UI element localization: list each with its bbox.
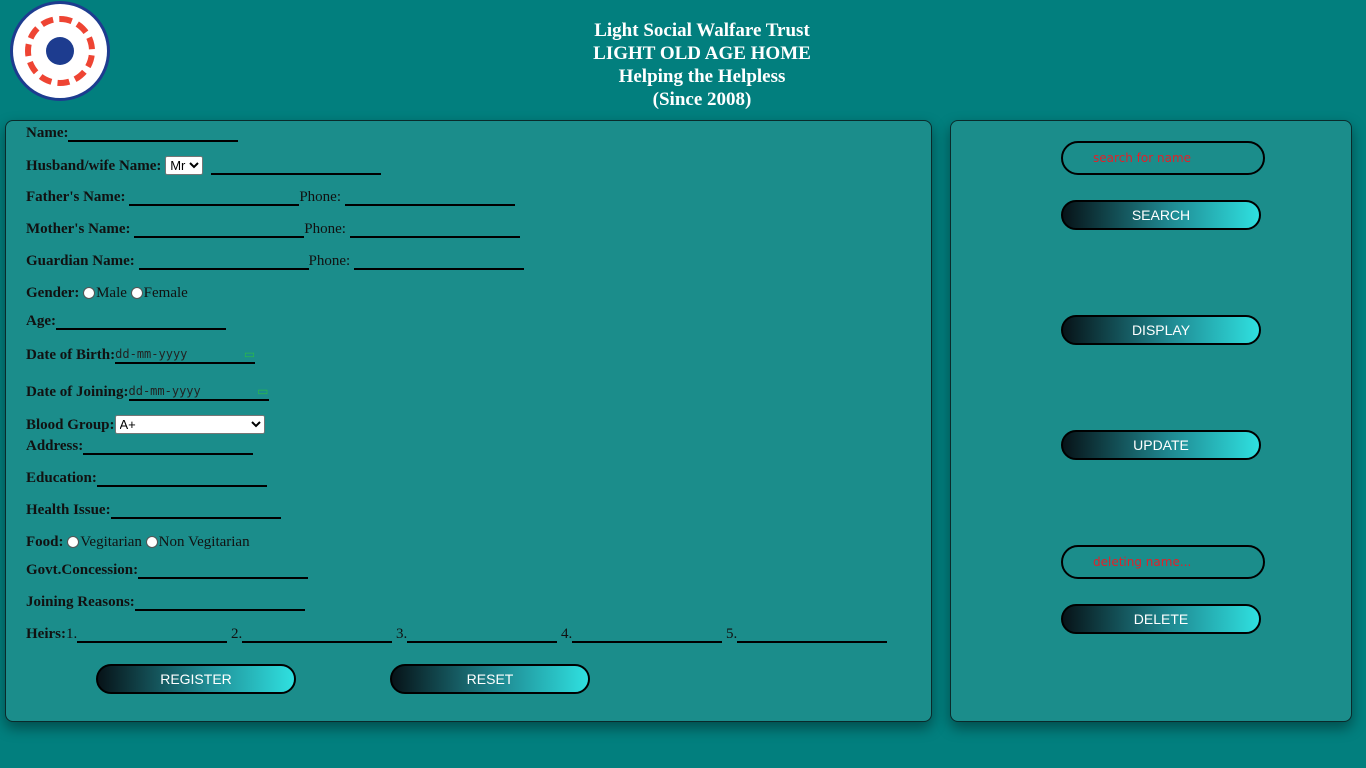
reasons-input[interactable] <box>134 593 305 611</box>
father-input[interactable] <box>129 188 300 206</box>
name-input[interactable] <box>68 124 239 142</box>
dob-input[interactable]: dd-mm-yyyy ▭ <box>115 347 256 364</box>
mother-phone-input[interactable] <box>349 220 520 238</box>
display-button[interactable]: DISPLAY <box>1061 315 1261 345</box>
calendar-icon[interactable]: ▭ <box>244 347 255 361</box>
heir-4-input[interactable] <box>572 625 723 643</box>
heir-2-label: 2. <box>230 626 243 642</box>
spouse-label: Husband/wife Name: <box>26 158 162 174</box>
heir-2-input[interactable] <box>242 625 393 643</box>
blood-label: Blood Group: <box>26 417 115 433</box>
blood-group-select[interactable]: A+ <box>114 415 265 434</box>
mother-label: Mother's Name: <box>26 221 131 237</box>
mother-input[interactable] <box>134 220 305 238</box>
govt-label: Govt.Concession: <box>26 562 139 578</box>
heirs-label: Heirs: <box>26 626 66 642</box>
since: (Since 2008) <box>652 89 752 110</box>
reasons-label: Joining Reasons: <box>26 594 135 610</box>
dob-label: Date of Birth: <box>26 347 116 363</box>
guardian-phone-label: Phone: <box>308 253 351 269</box>
father-phone-input[interactable] <box>344 188 515 206</box>
age-label: Age: <box>26 313 56 329</box>
name-label: Name: <box>26 125 69 141</box>
mother-phone-label: Phone: <box>304 221 346 237</box>
heir-3-input[interactable] <box>407 625 558 643</box>
guardian-input[interactable] <box>138 252 309 270</box>
male-radio[interactable] <box>83 287 96 299</box>
update-button[interactable]: UPDATE <box>1061 430 1261 460</box>
heir-5-input[interactable] <box>737 625 888 643</box>
calendar-icon[interactable]: ▭ <box>257 384 268 398</box>
dob-placeholder: dd-mm-yyyy <box>115 347 188 361</box>
page-header: Light Social Walfare Trust LIGHT OLD AGE… <box>0 19 1366 111</box>
home-name: LIGHT OLD AGE HOME <box>593 43 811 64</box>
gender-label: Gender: <box>26 285 80 301</box>
delete-button[interactable]: DELETE <box>1061 604 1261 634</box>
nonveg-label: Non Vegitarian <box>158 534 250 550</box>
father-label: Father's Name: <box>26 189 126 205</box>
register-button[interactable]: REGISTER <box>96 664 296 694</box>
health-input[interactable] <box>110 501 281 519</box>
female-label: Female <box>143 285 188 301</box>
heir-1-input[interactable] <box>77 625 228 643</box>
org-name: Light Social Walfare Trust <box>594 20 810 41</box>
tagline: Helping the Helpless <box>618 66 786 87</box>
search-button[interactable]: SEARCH <box>1061 200 1261 230</box>
delete-input[interactable]: deleting name... <box>1061 545 1265 579</box>
age-input[interactable] <box>56 312 226 330</box>
doj-label: Date of Joining: <box>26 384 129 400</box>
nonveg-radio[interactable] <box>145 536 158 548</box>
heir-5-label: 5. <box>725 626 738 642</box>
search-input[interactable]: search for name <box>1061 141 1265 175</box>
reset-button[interactable]: RESET <box>390 664 590 694</box>
doj-input[interactable]: dd-mm-yyyy ▭ <box>128 384 269 401</box>
doj-placeholder: dd-mm-yyyy <box>128 384 201 398</box>
food-label: Food: <box>26 534 64 550</box>
guardian-label: Guardian Name: <box>26 253 135 269</box>
female-radio[interactable] <box>130 287 143 299</box>
father-phone-label: Phone: <box>299 189 341 205</box>
guardian-phone-input[interactable] <box>353 252 524 270</box>
veg-radio[interactable] <box>67 536 80 548</box>
veg-label: Vegitarian <box>80 534 142 550</box>
spouse-input[interactable] <box>210 157 381 175</box>
heir-4-label: 4. <box>560 626 573 642</box>
spouse-title-select[interactable]: Mr <box>165 156 204 175</box>
heir-3-label: 3. <box>395 626 408 642</box>
health-label: Health Issue: <box>26 502 111 518</box>
address-input[interactable] <box>83 437 254 455</box>
education-input[interactable] <box>96 469 267 487</box>
male-label: Male <box>96 285 127 301</box>
address-label: Address: <box>26 438 84 454</box>
govt-input[interactable] <box>138 561 309 579</box>
heir-1-label: 1. <box>65 626 78 642</box>
education-label: Education: <box>26 470 97 486</box>
